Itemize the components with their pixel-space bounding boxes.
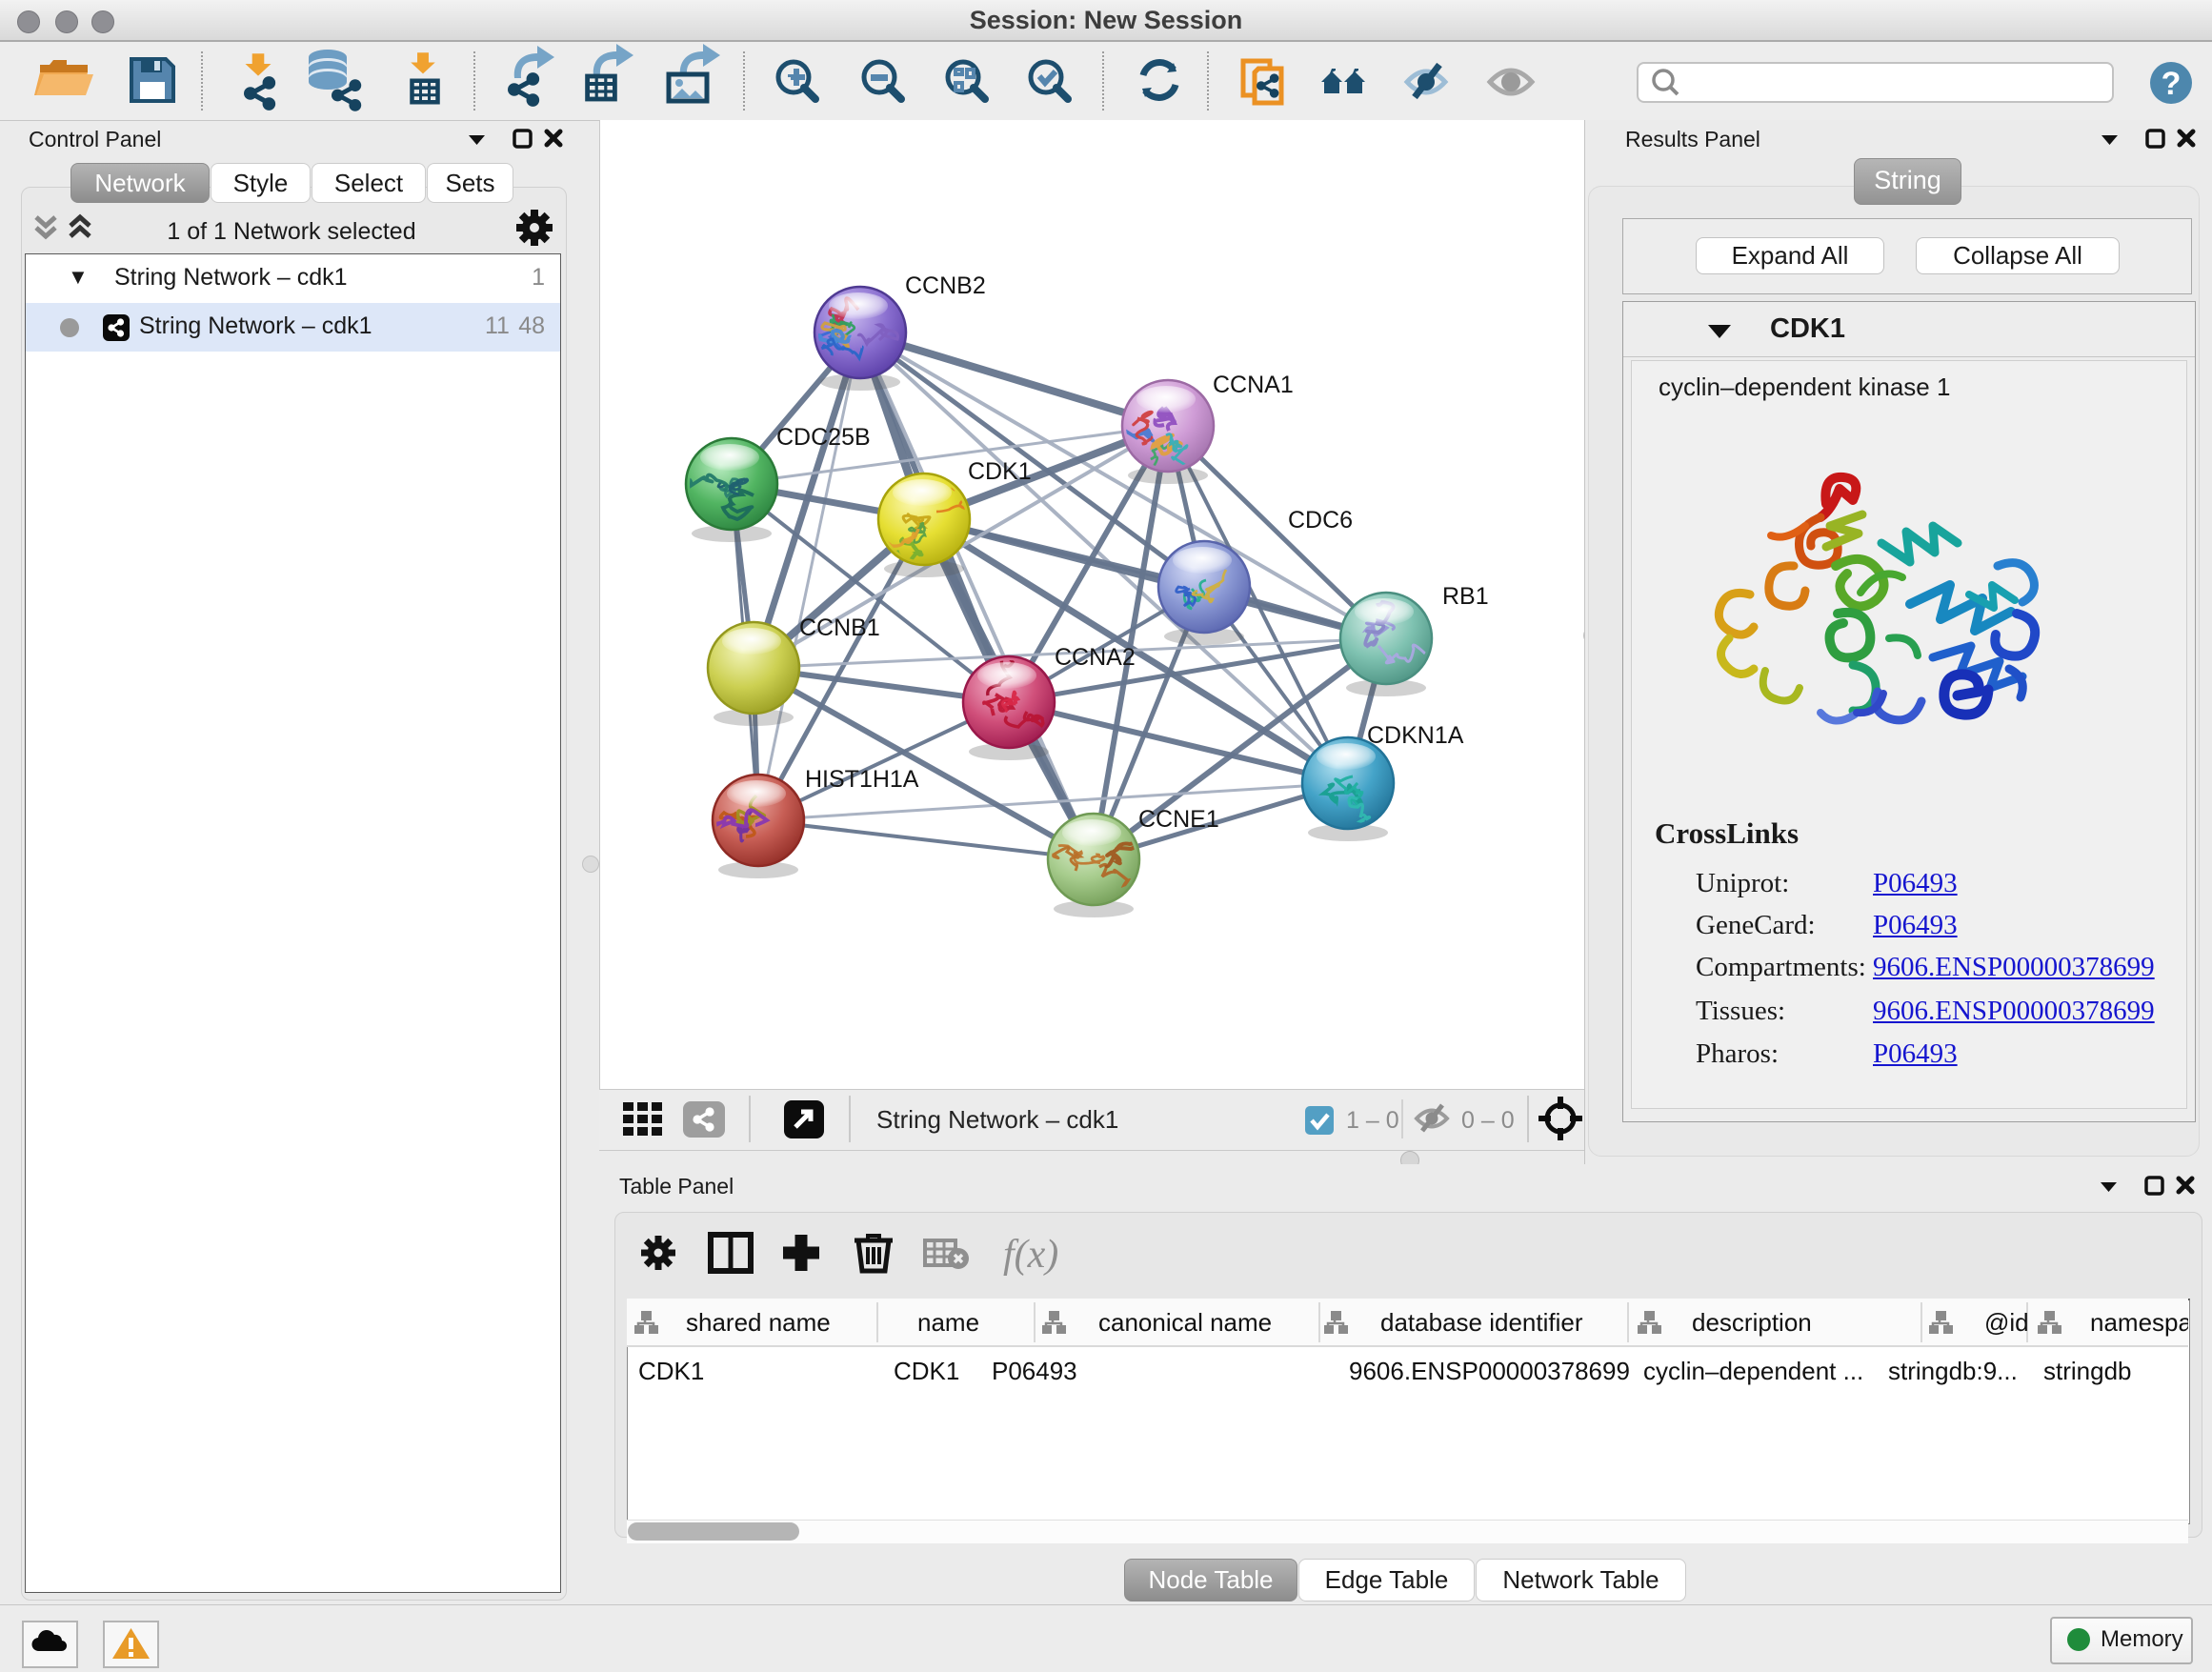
svg-text:canonical name: canonical name	[1098, 1308, 1272, 1337]
svg-text:stringdb: stringdb	[2043, 1357, 2132, 1385]
svg-text:database identifier: database identifier	[1380, 1308, 1583, 1337]
svg-text:CCNB1: CCNB1	[799, 614, 880, 641]
svg-text:?: ?	[2162, 66, 2182, 102]
svg-text:CCNA1: CCNA1	[1213, 372, 1294, 398]
svg-text:CDK1: CDK1	[968, 458, 1032, 485]
svg-text:0 – 0: 0 – 0	[1461, 1107, 1515, 1134]
svg-text:f(x): f(x)	[1003, 1233, 1058, 1277]
svg-text:CDKN1A: CDKN1A	[1367, 722, 1464, 749]
svg-text:description: description	[1692, 1308, 1812, 1337]
svg-text:RB1: RB1	[1442, 583, 1489, 610]
svg-text:P06493: P06493	[992, 1357, 1077, 1385]
svg-text:stringdb:9...: stringdb:9...	[1888, 1357, 2018, 1385]
svg-text:CCNB2: CCNB2	[905, 272, 986, 299]
svg-text:namespac: namespac	[2090, 1308, 2188, 1337]
svg-text:cyclin–dependent ...: cyclin–dependent ...	[1643, 1357, 1863, 1385]
svg-text:name: name	[917, 1308, 979, 1337]
svg-text:CDC6: CDC6	[1288, 507, 1353, 534]
svg-text:shared name: shared name	[686, 1308, 831, 1337]
svg-text:1 – 0: 1 – 0	[1346, 1107, 1399, 1134]
svg-text:9606.ENSP00000378699: 9606.ENSP00000378699	[1349, 1357, 1630, 1385]
svg-text:String Network – cdk1: String Network – cdk1	[876, 1105, 1118, 1134]
svg-text:CCNA2: CCNA2	[1055, 644, 1136, 671]
svg-text:HIST1H1A: HIST1H1A	[805, 766, 919, 793]
svg-text:CDC25B: CDC25B	[776, 424, 871, 451]
svg-text:CCNE1: CCNE1	[1138, 806, 1219, 833]
svg-text:CDK1: CDK1	[894, 1357, 959, 1385]
svg-text:@id: @id	[1984, 1308, 2029, 1337]
svg-text:CDK1: CDK1	[638, 1357, 704, 1385]
